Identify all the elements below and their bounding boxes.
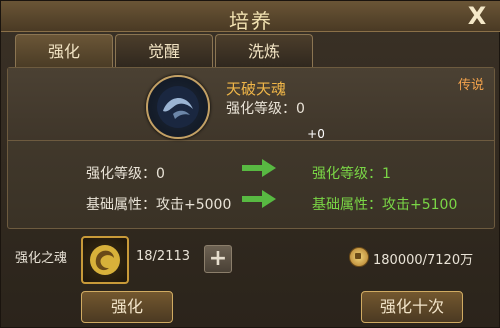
window-title: 培养	[229, 9, 273, 33]
tab-enhance[interactable]: 强化	[15, 34, 113, 68]
item-level-badge: +0	[307, 127, 325, 141]
coin-hole-icon	[355, 253, 361, 259]
next-level: 强化等级：1	[312, 166, 391, 182]
material-count: 18/2113	[136, 249, 191, 264]
soul-swirl-icon	[90, 245, 120, 275]
currency-amount: 180000/7120万	[373, 253, 474, 268]
rarity-label: 传说	[457, 78, 484, 93]
current-level: 强化等级：0	[86, 166, 165, 182]
add-material-button[interactable]: +	[204, 245, 232, 273]
enhance-ten-button[interactable]: 强化十次	[361, 291, 463, 323]
attribute-arrow-icon	[242, 190, 276, 208]
soul-material-icon[interactable]	[81, 236, 129, 284]
item-level: 强化等级：0	[226, 101, 305, 117]
current-attribute: 基础属性：攻击+5000	[86, 197, 232, 213]
level-arrow-icon	[242, 159, 276, 177]
item-info: 传说 +0 天破天魂 强化等级：0	[8, 68, 494, 141]
enhance-panel: 传说 +0 天破天魂 强化等级：0 强化等级：0 强化等级：1 基础属性：攻击+…	[7, 67, 495, 229]
coin-icon	[349, 247, 369, 267]
dark-soul-icon[interactable]: +0	[146, 75, 325, 141]
soul-creature-icon	[157, 86, 199, 128]
close-icon[interactable]: X	[463, 2, 491, 30]
item-name: 天破天魂	[226, 80, 287, 98]
next-attribute: 基础属性：攻击+5100	[312, 197, 458, 213]
enhance-window: 培养 X 强化 觉醒 洗炼 传说 +0 天破天魂 强化等级：0 强化等级：0 强…	[0, 0, 500, 328]
tab-refine[interactable]: 洗炼	[215, 34, 313, 68]
enhance-button[interactable]: 强化	[81, 291, 173, 323]
material-label: 强化之魂	[15, 251, 68, 266]
tab-awaken[interactable]: 觉醒	[115, 34, 213, 68]
title-bar: 培养 X	[1, 1, 500, 33]
